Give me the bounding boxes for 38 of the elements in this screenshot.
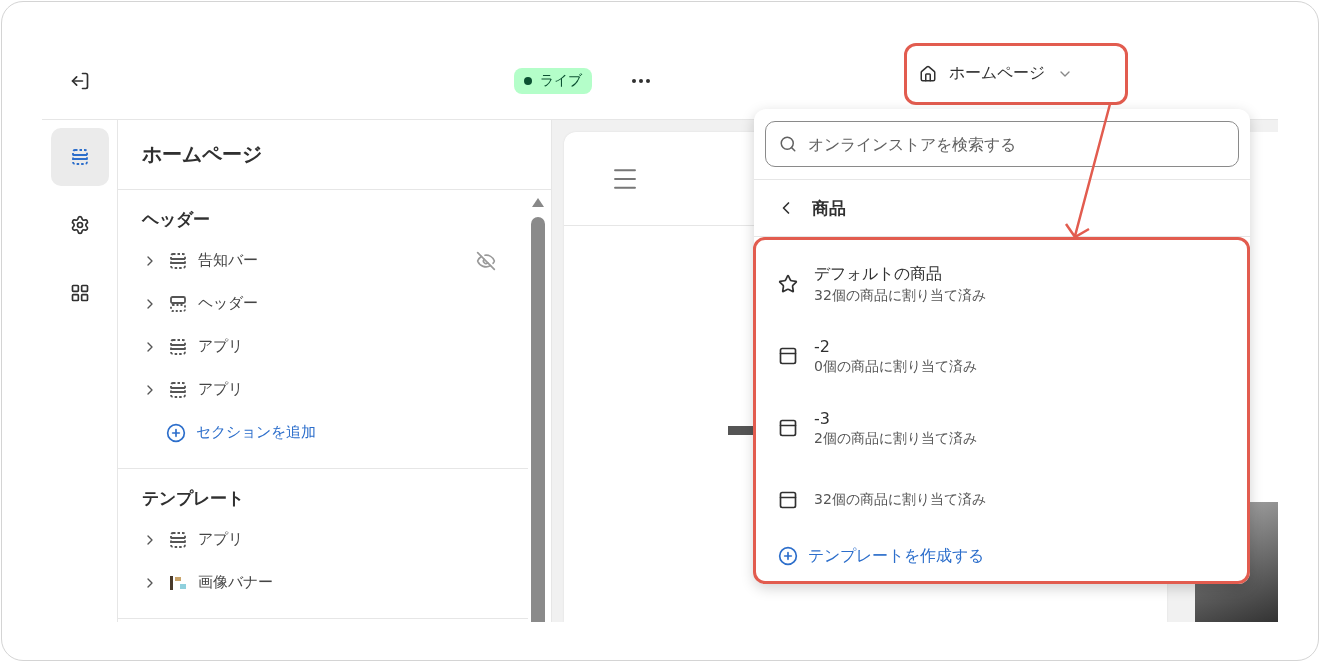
plus-circle-icon (778, 546, 798, 566)
section-item[interactable]: 画像バナー (198, 573, 504, 592)
star-icon (778, 274, 798, 294)
header-icon (168, 293, 188, 314)
create-template-link[interactable]: テンプレートを作成する (756, 536, 1006, 576)
section-icon (168, 529, 188, 550)
section-icon (168, 336, 188, 357)
search-icon (779, 135, 797, 153)
section-item[interactable]: アプリ (198, 337, 504, 356)
layout-icon (778, 346, 798, 366)
home-icon (919, 64, 937, 83)
section-icon (168, 250, 188, 271)
page-selector[interactable]: ホームページ (904, 42, 1128, 105)
search-field[interactable]: オンラインストアを検索する (765, 121, 1239, 167)
template-item[interactable]: -3 2個の商品に割り当て済み (756, 392, 1247, 464)
hidden-icon[interactable] (476, 250, 496, 271)
section-item[interactable]: 告知バー (198, 251, 466, 270)
section-item[interactable]: ヘッダー (198, 294, 504, 313)
layout-icon (778, 490, 798, 510)
more-icon (632, 78, 650, 83)
section-item[interactable]: アプリ (198, 530, 504, 549)
scrollbar[interactable] (531, 198, 545, 622)
sidebar-title: ホームページ (118, 120, 551, 190)
status-badge: ライブ (514, 67, 592, 94)
group-title: ヘッダー (142, 208, 211, 231)
plus-circle-icon (166, 422, 186, 443)
apps-icon (69, 283, 90, 303)
template-item[interactable]: 32個の商品に割り当て済み (756, 464, 1247, 536)
settings-icon (69, 215, 90, 235)
section-item[interactable]: アプリ (198, 380, 504, 399)
group-title: テンプレート (142, 487, 245, 510)
add-section-link[interactable]: セクションを追加 (142, 411, 504, 454)
back-button[interactable]: 商品 (754, 179, 1250, 237)
template-item[interactable]: デフォルトの商品 32個の商品に割り当て済み (756, 248, 1247, 320)
template-item[interactable]: -2 0個の商品に割り当て済み (756, 320, 1247, 392)
sections-icon (69, 147, 90, 167)
layout-icon (778, 418, 798, 438)
section-icon (168, 379, 188, 400)
